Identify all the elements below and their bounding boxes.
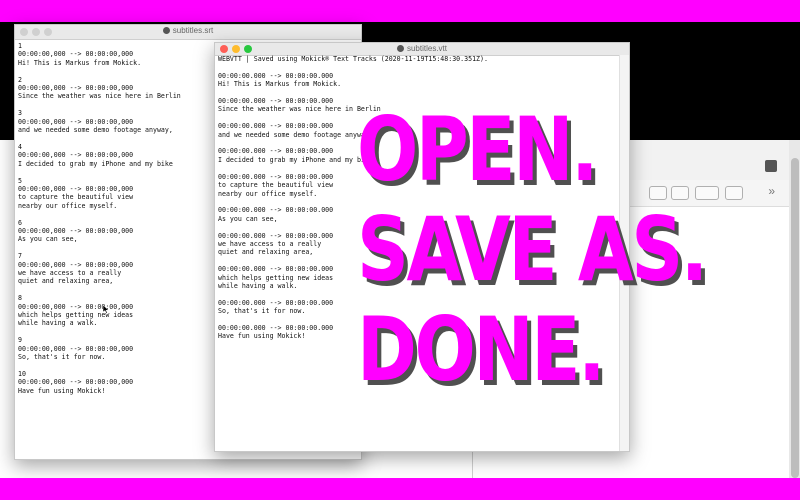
srt-title-text: subtitles.srt [172, 26, 214, 35]
headline-overlay: OPEN. SAVE AS. DONE. [357, 100, 797, 400]
document-icon [162, 27, 170, 34]
srt-window-title: subtitles.srt [15, 26, 361, 35]
srt-text-content[interactable]: 1 00:00:00,000 --> 00:00:00,000 Hi! This… [18, 42, 181, 395]
headline-line-open: OPEN. [357, 98, 598, 201]
headline-line-done: DONE. [357, 298, 605, 401]
document-icon [396, 45, 404, 52]
mouse-cursor-icon [103, 305, 109, 314]
headline-line-save-as: SAVE AS. [357, 198, 708, 301]
vtt-window-title: subtitles.vtt [215, 44, 629, 53]
srt-titlebar[interactable]: subtitles.srt [15, 25, 361, 40]
vtt-title-text: subtitles.vtt [406, 44, 447, 53]
accent-top-band [0, 0, 800, 22]
accent-bottom-band [0, 478, 800, 500]
